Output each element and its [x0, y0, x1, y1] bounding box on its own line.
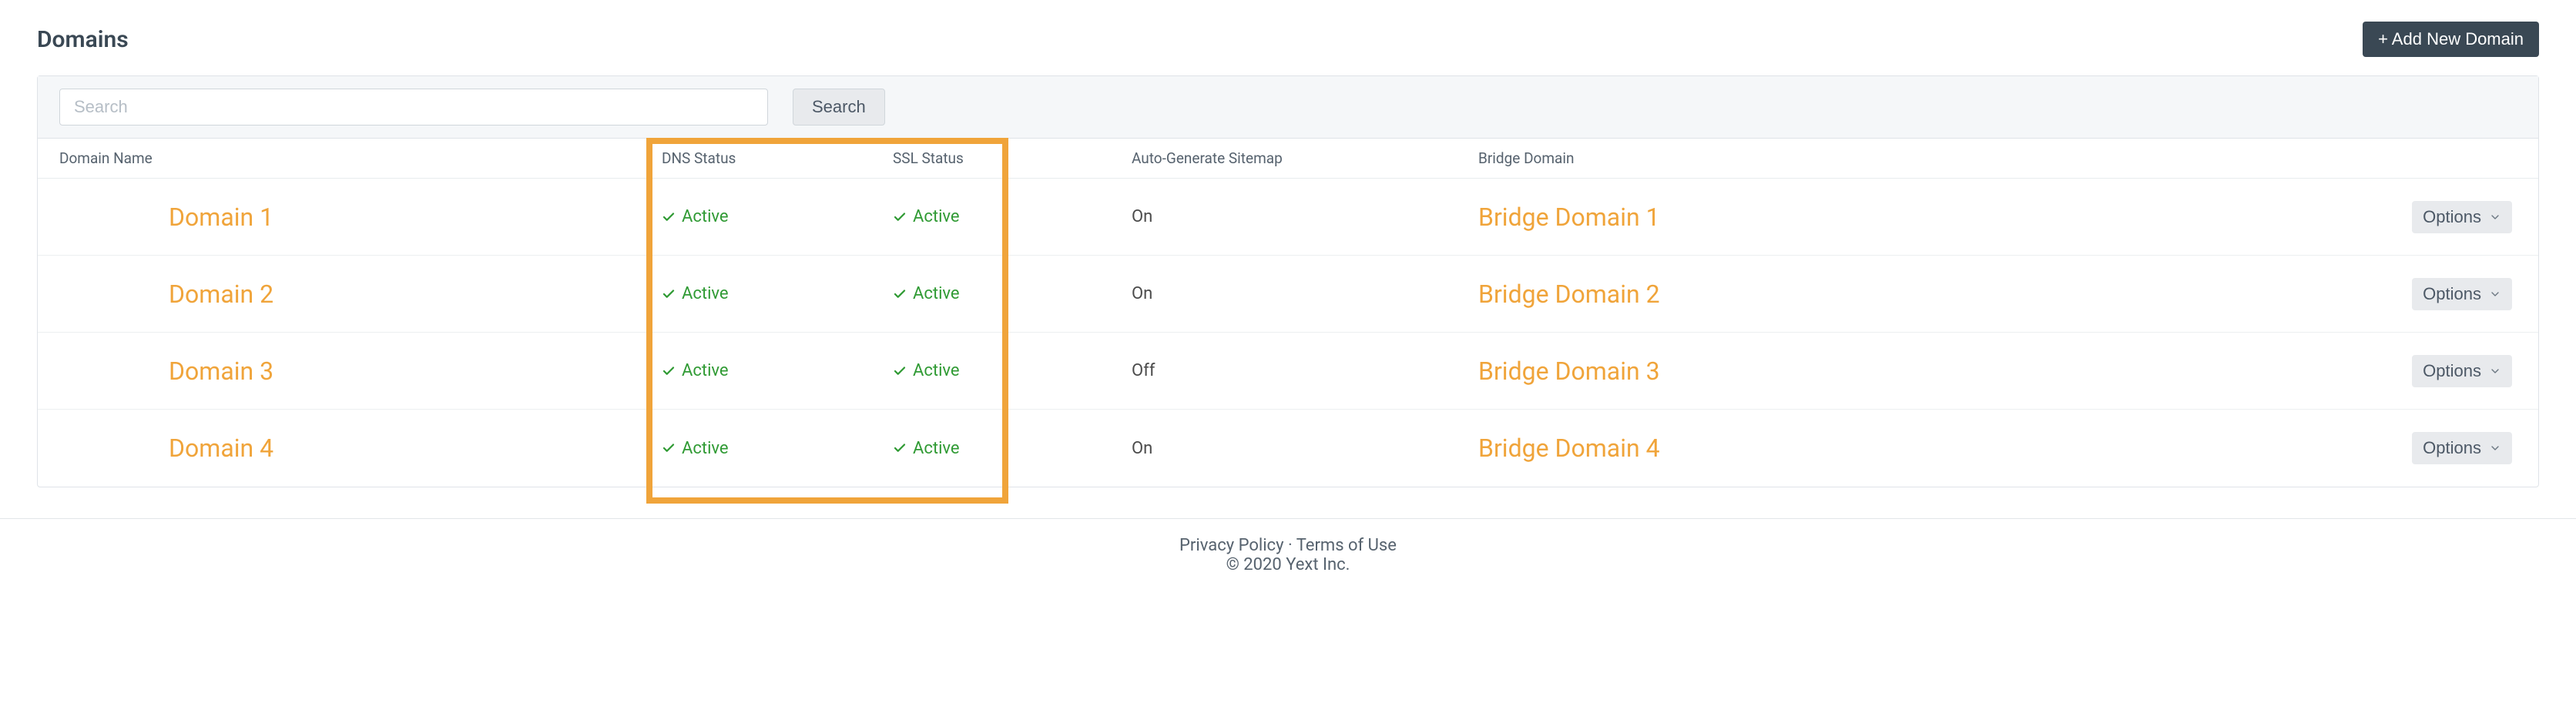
- sitemap-cell: On: [1132, 284, 1478, 303]
- ssl-status-text: Active: [913, 361, 960, 380]
- check-icon: [662, 210, 676, 224]
- sitemap-cell: Off: [1132, 361, 1478, 380]
- check-icon: [662, 364, 676, 378]
- bridge-domain-cell: Bridge Domain 2: [1478, 280, 2369, 309]
- col-bridge: Bridge Domain: [1478, 149, 2369, 167]
- search-button[interactable]: Search: [793, 89, 885, 126]
- options-button-label: Options: [2423, 438, 2481, 458]
- sitemap-cell: On: [1132, 439, 1478, 458]
- add-new-domain-button[interactable]: + Add New Domain: [2363, 22, 2539, 57]
- dns-status-cell: Active: [662, 207, 893, 226]
- check-icon: [893, 441, 907, 455]
- col-sitemap: Auto-Generate Sitemap: [1132, 149, 1478, 167]
- table-row: Domain 2 Active Active OnBridge Domain 2 Opt…: [38, 256, 2538, 333]
- ssl-status-cell: Active: [893, 284, 1132, 303]
- privacy-policy-link[interactable]: Privacy Policy: [1179, 536, 1283, 555]
- chevron-down-icon: [2489, 442, 2501, 454]
- chevron-down-icon: [2489, 211, 2501, 223]
- bridge-domain-cell: Bridge Domain 1: [1478, 203, 2369, 232]
- terms-of-use-link[interactable]: Terms of Use: [1296, 536, 1397, 555]
- table-row: Domain 1 Active Active OnBridge Domain 1 Opt…: [38, 179, 2538, 256]
- footer: Privacy Policy · Terms of Use © 2020 Yex…: [0, 518, 2576, 605]
- domains-panel: Search Domain Name DNS Status SSL Status…: [37, 75, 2539, 487]
- options-button-label: Options: [2423, 207, 2481, 227]
- domain-name-cell: Domain 2: [38, 280, 662, 309]
- options-button[interactable]: Options: [2412, 432, 2512, 464]
- ssl-status-cell: Active: [893, 207, 1132, 226]
- dns-status-text: Active: [682, 439, 729, 458]
- table-row: Domain 4 Active Active OnBridge Domain 4 Opt…: [38, 410, 2538, 487]
- options-button[interactable]: Options: [2412, 355, 2512, 387]
- dns-status-text: Active: [682, 284, 729, 303]
- table-header: Domain Name DNS Status SSL Status Auto-G…: [38, 139, 2538, 179]
- dns-status-text: Active: [682, 361, 729, 380]
- footer-separator: ·: [1283, 536, 1296, 555]
- search-input[interactable]: [59, 89, 768, 126]
- dns-status-cell: Active: [662, 284, 893, 303]
- bridge-domain-cell: Bridge Domain 4: [1478, 434, 2369, 463]
- dns-status-cell: Active: [662, 439, 893, 458]
- check-icon: [662, 441, 676, 455]
- domain-name-cell: Domain 1: [38, 203, 662, 232]
- col-ssl-status: SSL Status: [893, 149, 1132, 167]
- dns-status-cell: Active: [662, 361, 893, 380]
- ssl-status-cell: Active: [893, 439, 1132, 458]
- check-icon: [893, 287, 907, 301]
- col-dns-status: DNS Status: [662, 149, 893, 167]
- check-icon: [662, 287, 676, 301]
- col-domain-name: Domain Name: [38, 149, 662, 167]
- domain-name-cell: Domain 4: [38, 434, 662, 463]
- domain-name-cell: Domain 3: [38, 357, 662, 386]
- check-icon: [893, 210, 907, 224]
- footer-copyright: © 2020 Yext Inc.: [0, 555, 2576, 574]
- ssl-status-cell: Active: [893, 361, 1132, 380]
- table-row: Domain 3 Active Active OffBridge Domain 3 Op…: [38, 333, 2538, 410]
- options-button-label: Options: [2423, 361, 2481, 381]
- page-title: Domains: [37, 26, 129, 53]
- dns-status-text: Active: [682, 207, 729, 226]
- table-body: Domain 1ActiveActiveOnBridge Domain 1Opt…: [38, 179, 2538, 487]
- options-button[interactable]: Options: [2412, 201, 2512, 233]
- chevron-down-icon: [2489, 288, 2501, 300]
- bridge-domain-cell: Bridge Domain 3: [1478, 357, 2369, 386]
- ssl-status-text: Active: [913, 439, 960, 458]
- options-button-label: Options: [2423, 284, 2481, 304]
- options-button[interactable]: Options: [2412, 278, 2512, 310]
- check-icon: [893, 364, 907, 378]
- sitemap-cell: On: [1132, 207, 1478, 226]
- ssl-status-text: Active: [913, 284, 960, 303]
- chevron-down-icon: [2489, 365, 2501, 377]
- search-bar: Search: [38, 76, 2538, 139]
- ssl-status-text: Active: [913, 207, 960, 226]
